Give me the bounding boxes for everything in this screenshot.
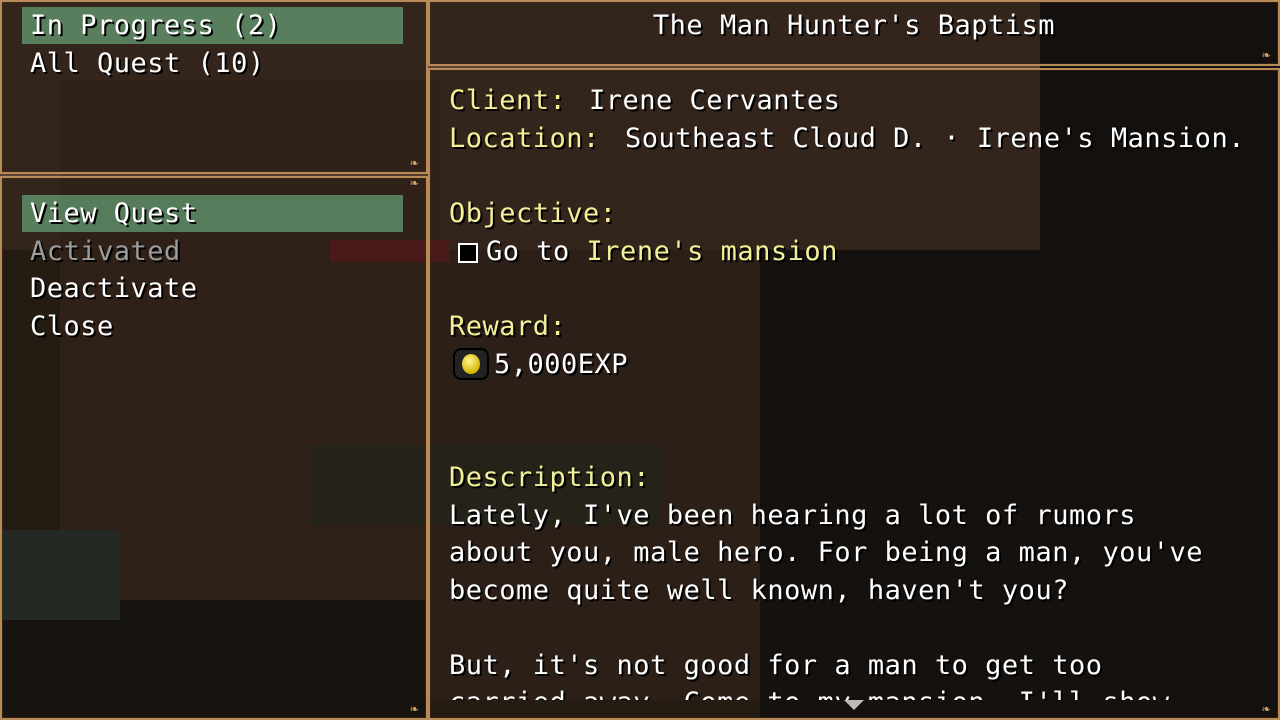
description-line: become quite well known, haven't you? — [449, 575, 1069, 606]
objective-label: Objective: — [449, 198, 617, 229]
location-value: Southeast Cloud D. · Irene's Mansion. — [625, 123, 1245, 154]
client-value: Irene Cervantes — [589, 85, 841, 116]
scroll-down-arrow-icon[interactable] — [844, 700, 864, 710]
exp-orb-icon — [453, 348, 489, 380]
reward-value: 5,000EXP — [494, 349, 629, 380]
location-label: Location: — [449, 123, 600, 154]
description-line: carried away. Come to my mansion. I'll s… — [449, 684, 1169, 700]
objective-prefix: Go to — [486, 236, 570, 267]
quest-title: The Man Hunter's Baptism — [652, 10, 1056, 41]
description-line: Lately, I've been hearing a lot of rumor… — [449, 500, 1136, 531]
description-label: Description: — [449, 462, 651, 493]
frame-ornament-icon: ❧ — [1262, 47, 1271, 63]
command-close[interactable]: Close — [30, 308, 114, 345]
command-deactivate[interactable]: Deactivate — [30, 270, 198, 307]
objective-target: Irene's mansion — [586, 236, 838, 267]
description-line: But, it's not good for a man to get too — [449, 650, 1103, 681]
command-activated: Activated — [30, 236, 181, 267]
category-in-progress[interactable]: In Progress (2) — [30, 7, 281, 44]
objective-item: Go to Irene's mansion — [458, 233, 838, 270]
frame-ornament-icon: ❧ — [410, 175, 419, 191]
description-line: about you, male hero. For being a man, y… — [449, 537, 1203, 568]
frame-ornament-icon: ❧ — [410, 155, 419, 171]
reward-label: Reward: — [449, 311, 567, 342]
command-view-quest[interactable]: View Quest — [30, 195, 198, 232]
client-label: Client: — [449, 85, 567, 116]
checkbox-empty-icon — [458, 243, 478, 263]
description-body: Lately, I've been hearing a lot of rumor… — [449, 497, 1269, 700]
category-all-quest[interactable]: All Quest (10) — [30, 45, 265, 82]
frame-ornament-icon: ❧ — [410, 701, 419, 717]
frame-ornament-icon: ❧ — [1262, 701, 1271, 717]
